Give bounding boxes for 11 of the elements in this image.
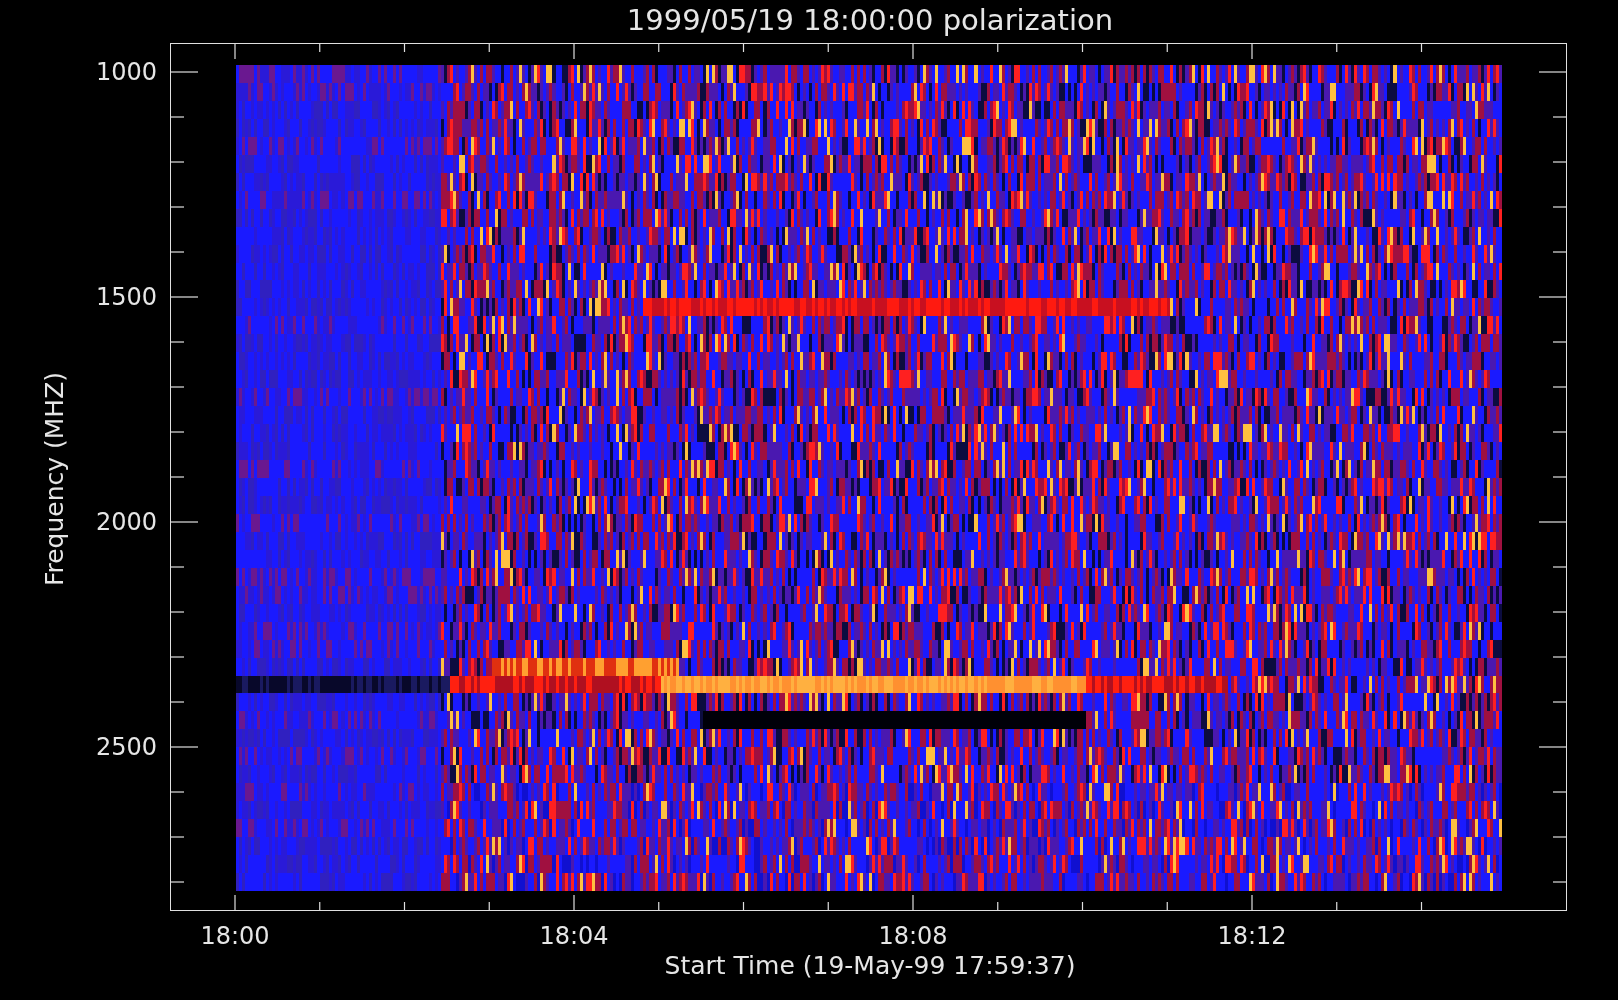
y-tick-label: 2000 (94, 508, 157, 536)
x-tick-label: 18:00 (199, 922, 271, 950)
y-tick-label: 2500 (94, 733, 157, 761)
x-tick-label: 18:12 (1216, 922, 1288, 950)
x-axis-label: Start Time (19-May-99 17:59:37) (663, 951, 1077, 981)
y-tick-label: 1000 (94, 58, 157, 86)
chart-title: 1999/05/19 18:00:00 polarization (625, 2, 1115, 39)
y-axis-label: Frequency (MHZ) (40, 370, 70, 589)
y-tick-label: 1500 (94, 283, 157, 311)
x-tick-label: 18:04 (538, 922, 610, 950)
x-tick-label: 18:08 (877, 922, 949, 950)
